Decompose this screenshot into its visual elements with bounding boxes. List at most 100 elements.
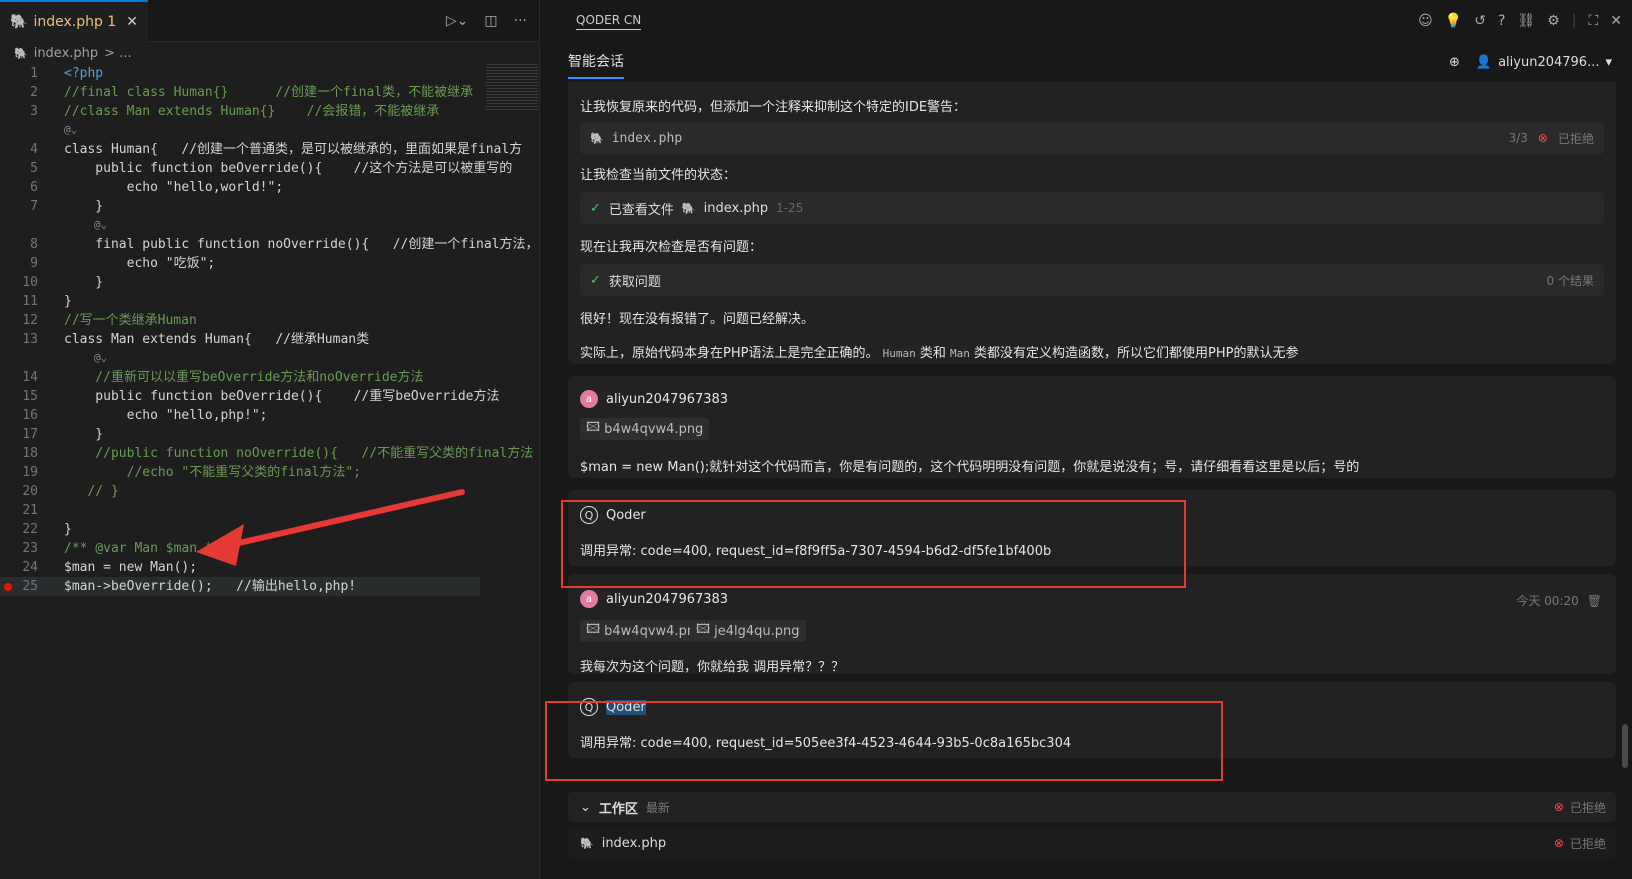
- split-editor-icon[interactable]: ◫: [484, 13, 497, 29]
- line-text: //写一个类继承Human: [64, 313, 197, 328]
- tool-edit-file[interactable]: 🐘 index.php 3/3 ⊗ 已拒绝: [580, 122, 1604, 154]
- tab-smart-chat[interactable]: 智能会话: [568, 51, 624, 79]
- code-line[interactable]: 20 // }: [0, 482, 480, 501]
- user-name: aliyun2047967383: [606, 391, 729, 407]
- code-line[interactable]: 10 }: [0, 273, 480, 292]
- code-line[interactable]: 25 $man->beOverride(); //输出hello,php!: [0, 577, 480, 596]
- php-file-icon: 🐘: [590, 131, 604, 145]
- breakpoint-icon[interactable]: [4, 583, 12, 591]
- code-line[interactable]: 7 }: [0, 197, 480, 216]
- message-text: 现在让我再次检查是否有问题：: [580, 240, 763, 255]
- image-icon: 🖾: [586, 420, 601, 435]
- tab-index-php[interactable]: 🐘 index.php 1 ✕: [0, 0, 148, 42]
- app-window: 🐘 index.php 1 ✕ ▷⌄ ◫ ··· 🐘 index.php > .…: [0, 0, 1632, 879]
- code-line[interactable]: 11}: [0, 292, 480, 311]
- code-line[interactable]: 23 /** @var Man $man */: [0, 539, 480, 558]
- gear-icon[interactable]: ⚙: [1547, 13, 1560, 29]
- help-icon[interactable]: ?: [1498, 13, 1505, 29]
- add-chat-icon[interactable]: ⊕: [1449, 55, 1460, 70]
- line-number: 17: [22, 427, 38, 442]
- line-number: 24: [22, 560, 38, 575]
- workspace-file[interactable]: 🐘 index.php ⊗ 已拒绝: [568, 828, 1616, 858]
- code-line[interactable]: 9 echo "吃饭";: [0, 254, 480, 273]
- php-file-icon: 🐘: [10, 13, 28, 30]
- line-number: 22: [22, 522, 38, 537]
- tool-file: index.php: [703, 200, 769, 216]
- code-line[interactable]: 1 <?php: [0, 64, 480, 83]
- avatar: a: [580, 590, 598, 608]
- text-part: 类和: [919, 346, 946, 361]
- line-text: //public function noOverride(){ //不能重写父类…: [64, 446, 534, 461]
- tool-view-file[interactable]: ✓ 已查看文件 🐘 index.php 1-25: [580, 192, 1604, 224]
- code-line[interactable]: 21: [0, 501, 480, 520]
- code-line[interactable]: 6 echo "hello,world!";: [0, 178, 480, 197]
- bulb-icon[interactable]: 💡: [1445, 13, 1462, 29]
- tool-result: 0 个结果: [1546, 273, 1594, 288]
- code-line[interactable]: 24 $man = new Man();: [0, 558, 480, 577]
- trash-icon[interactable]: 🗑: [1587, 594, 1602, 608]
- workspace-filter[interactable]: 最新: [646, 799, 670, 816]
- php-file-icon: 🐘: [681, 201, 696, 215]
- code-line[interactable]: 17 }: [0, 425, 480, 444]
- attachment-chip[interactable]: 🖾 b4w4qvw4.png: [580, 418, 710, 440]
- code-line[interactable]: 13 class Man extends Human{ //继承Human类: [0, 330, 480, 349]
- line-number: 6: [30, 180, 38, 195]
- workspace-header[interactable]: ⌄ 工作区 最新 ⊗ 已拒绝: [568, 792, 1616, 822]
- maximize-icon[interactable]: ⛶: [1588, 13, 1598, 29]
- close-icon[interactable]: ✕: [126, 14, 138, 30]
- more-icon[interactable]: ···: [514, 13, 527, 29]
- code-lens-icon[interactable]: @⌄: [64, 123, 77, 136]
- code-line[interactable]: 22}: [0, 520, 480, 539]
- line-number: 16: [22, 408, 38, 423]
- code-line[interactable]: 4 class Human{ //创建一个普通类，是可以被继承的，里面如果是fin…: [0, 140, 522, 159]
- annotation-box: [545, 701, 1223, 781]
- code-line[interactable]: 3 //class Man extends Human{} //会报错，不能被继承: [0, 102, 480, 121]
- panel-title[interactable]: QODER CN: [576, 13, 642, 30]
- code-line[interactable]: 8 final public function noOverride(){ //…: [0, 235, 538, 254]
- user-menu[interactable]: 👤 aliyun204796... ▾: [1476, 55, 1612, 70]
- code-lens-icon[interactable]: @⌄: [94, 218, 107, 231]
- scrollbar[interactable]: [1622, 724, 1628, 768]
- chevron-down-icon: ⌄: [580, 799, 591, 815]
- code-line[interactable]: 5 public function beOverride(){ //这个方法是可…: [0, 159, 512, 178]
- line-text: final public function noOverride(){ //创建…: [64, 237, 539, 252]
- code-inline: Man: [950, 347, 970, 360]
- code-line[interactable]: 19 //echo "不能重写父类的final方法";: [0, 463, 480, 482]
- message-text: 我每次为这个问题，你就给我 调用异常？？？: [580, 660, 845, 675]
- breadcrumb-rest[interactable]: > ...: [104, 46, 131, 61]
- code-line[interactable]: 15 public function beOverride(){ //重写beO…: [0, 387, 499, 406]
- tool-get-problems[interactable]: ✓ 获取问题 0 个结果: [580, 264, 1604, 296]
- user-message: a aliyun2047967383 🖾 b4w4qvw4.png $man =…: [568, 376, 1616, 478]
- chat-scroll[interactable]: 让我恢复原来的代码，但添加一个注释来抑制这个特定的IDE警告： 🐘 index.…: [568, 82, 1616, 792]
- breadcrumb-file[interactable]: index.php: [34, 46, 98, 61]
- line-text: echo "hello,world!";: [64, 180, 284, 195]
- line-text: echo "hello,php!";: [64, 408, 268, 423]
- run-icon[interactable]: ▷⌄: [446, 13, 469, 29]
- link-icon[interactable]: ⛓: [1517, 13, 1535, 29]
- attachment-chip[interactable]: 🖾 je4lg4qu.png: [690, 620, 806, 642]
- line-text: echo "吃饭";: [64, 256, 216, 271]
- rejected-icon: ⊗: [1537, 131, 1548, 145]
- code-line[interactable]: 18 //public function noOverride(){ //不能重…: [0, 444, 533, 463]
- check-circle-icon: ✓: [590, 200, 601, 216]
- history-icon[interactable]: ↺: [1474, 13, 1486, 29]
- line-number: 12: [22, 313, 38, 328]
- code-line[interactable]: 14 //重新可以以重写beOverride方法和noOverride方法: [0, 368, 480, 387]
- line-text: //class Man extends Human{} //会报错，不能被继承: [64, 104, 440, 119]
- code-lens-icon[interactable]: @⌄: [94, 351, 107, 364]
- line-number: 8: [30, 237, 38, 252]
- tool-range: 1-25: [776, 201, 804, 215]
- code-line[interactable]: 16 echo "hello,php!";: [0, 406, 480, 425]
- close-icon[interactable]: ✕: [1610, 13, 1622, 29]
- line-text: class Man extends Human{ //继承Human类: [64, 332, 370, 347]
- line-number: 3: [30, 104, 38, 119]
- code-line[interactable]: 2 //final class Human{} //创建一个final类，不能被继…: [0, 83, 480, 102]
- code-line[interactable]: 12 //写一个类继承Human: [0, 311, 480, 330]
- line-number: 1: [30, 66, 38, 81]
- annotation-box: [561, 500, 1186, 588]
- line-text: }: [64, 522, 72, 537]
- minimap[interactable]: [486, 64, 538, 112]
- smile-icon[interactable]: ☺: [1418, 13, 1433, 29]
- line-number: 14: [22, 370, 38, 385]
- timestamp: 今天 00:20: [1516, 594, 1579, 608]
